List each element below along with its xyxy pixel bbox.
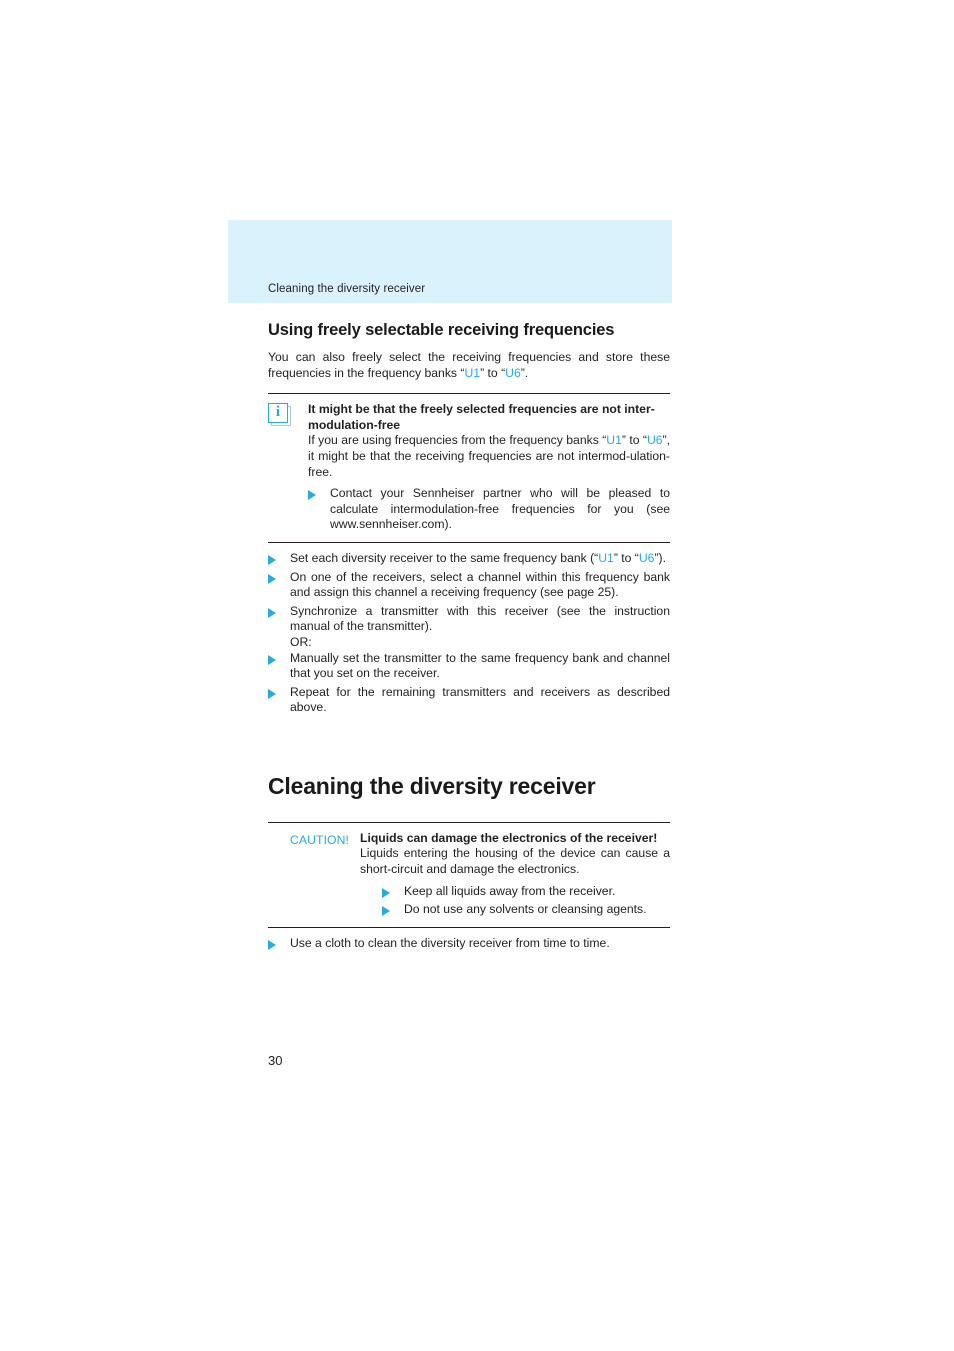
note-paragraph: If you are using frequencies from the fr…	[308, 433, 670, 480]
final-step-list: Use a cloth to clean the diversity recei…	[268, 936, 670, 952]
list-item: Synchronize a transmitter with this rece…	[268, 604, 670, 635]
page-number: 30	[268, 1053, 283, 1068]
list-item: Repeat for the remaining transmitters an…	[268, 685, 670, 716]
triangle-bullet-icon	[268, 688, 276, 699]
caution-label: CAUTION!	[290, 832, 350, 847]
triangle-bullet-icon	[268, 573, 276, 584]
triangle-bullet-icon	[268, 554, 276, 565]
note-frequency-bank-u6: U6	[646, 433, 663, 448]
caution-body: Liquids can damage the electronics of th…	[360, 831, 670, 918]
note-text-mid: ” to “	[621, 433, 647, 448]
steps-list-continued: Manually set the transmitter to the same…	[268, 651, 670, 716]
steps-list: Set each diversity receiver to the same …	[268, 551, 670, 635]
step-4-text: Manually set the transmitter to the same…	[290, 650, 670, 681]
running-header-text: Cleaning the diversity receiver	[268, 283, 426, 295]
step-1-mid: ” to “	[613, 550, 639, 565]
list-item: Manually set the transmitter to the same…	[268, 651, 670, 682]
step-1-bank-u1: U1	[598, 550, 614, 565]
note-box: i It might be that the freely selected f…	[268, 394, 670, 542]
list-item: Contact your Sennheiser partner who will…	[308, 486, 670, 533]
step-2-text: On one of the receivers, select a channe…	[290, 569, 670, 600]
step-3-text: Synchronize a transmitter with this rece…	[290, 603, 670, 634]
note-bullet-list: Contact your Sennheiser partner who will…	[308, 486, 670, 533]
info-icon-glyph: i	[275, 404, 281, 421]
or-label: OR:	[290, 634, 312, 649]
triangle-bullet-icon	[382, 906, 390, 917]
note-title: It might be that the freely selected fre…	[308, 402, 655, 432]
triangle-bullet-icon	[268, 607, 276, 618]
caution-bullet-2-text: Do not use any solvents or cleansing age…	[404, 902, 647, 917]
running-header-band: Cleaning the diversity receiver	[228, 220, 672, 303]
page-content: Using freely selectable receiving freque…	[268, 320, 670, 951]
note-bullet-text: Contact your Sennheiser partner who will…	[330, 486, 670, 532]
step-1-bank-u6: U6	[638, 550, 655, 565]
list-item: On one of the receivers, select a channe…	[268, 570, 670, 601]
triangle-bullet-icon	[308, 490, 316, 501]
info-icon: i	[268, 403, 291, 427]
step-5-text: Repeat for the remaining transmitters an…	[290, 684, 670, 715]
list-item: Use a cloth to clean the diversity recei…	[268, 936, 670, 952]
step-1-end: ”).	[654, 550, 666, 565]
note-frequency-bank-u1: U1	[606, 433, 622, 448]
intro-paragraph: You can also freely select the receiving…	[268, 350, 670, 381]
list-item: Do not use any solvents or cleansing age…	[382, 902, 670, 918]
frequency-bank-u6: U6	[505, 365, 521, 380]
caution-label-cell: CAUTION!	[268, 831, 360, 849]
document-page: Cleaning the diversity receiver Using fr…	[0, 0, 954, 1351]
triangle-bullet-icon	[382, 887, 390, 898]
list-item: Set each diversity receiver to the same …	[268, 551, 670, 567]
page-title: Cleaning the diversity receiver	[268, 772, 596, 799]
note-text-part1: If you are using frequencies from the fr…	[308, 433, 607, 448]
triangle-bullet-icon	[268, 654, 276, 665]
caution-bullet-list: Keep all liquids away from the receiver.…	[382, 884, 670, 918]
caution-paragraph: Liquids entering the housing of the devi…	[360, 846, 670, 877]
caution-title: Liquids can damage the electronics of th…	[360, 830, 658, 845]
intro-text-mid: ” to “	[480, 365, 506, 380]
frequency-bank-u1: U1	[464, 365, 481, 380]
final-step-text: Use a cloth to clean the diversity recei…	[290, 935, 610, 950]
note-body: It might be that the freely selected fre…	[308, 402, 670, 533]
step-1-part1: Set each diversity receiver to the same …	[290, 550, 599, 565]
intro-text-end: ”.	[520, 365, 529, 380]
note-icon-cell: i	[268, 402, 308, 427]
caution-box: CAUTION! Liquids can damage the electron…	[268, 823, 670, 927]
triangle-bullet-icon	[268, 939, 276, 950]
caution-bullet-1-text: Keep all liquids away from the receiver.	[404, 883, 616, 898]
section-heading-frequencies: Using freely selectable receiving freque…	[268, 321, 615, 339]
list-item: Keep all liquids away from the receiver.	[382, 884, 670, 900]
